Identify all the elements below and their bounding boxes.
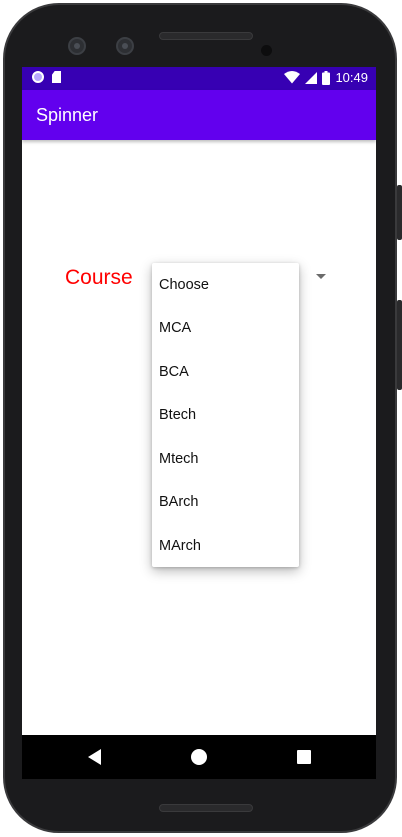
power-button[interactable] [397,185,402,240]
top-speaker [159,32,253,40]
option-label: Btech [159,407,197,423]
option-label: BCA [159,363,189,380]
status-left-icons [32,71,61,83]
dropdown-option-bca[interactable]: BCA [152,350,299,393]
device-frame: 10:49 Spinner Course Choose MCA BCA Btec… [0,0,402,837]
status-time: 10:49 [335,70,368,85]
recents-icon[interactable] [297,750,311,764]
dropdown-option-march[interactable]: MArch [152,524,299,567]
navigation-bar [22,735,376,779]
spinner-dropdown-list: Choose MCA BCA Btech Mtech BArch MArch [152,263,299,567]
bottom-speaker [159,804,253,812]
dropdown-option-mca[interactable]: MCA [152,307,299,350]
dropdown-option-choose[interactable]: Choose [152,263,299,306]
back-icon[interactable] [88,749,101,765]
battery-icon [322,70,331,85]
notification-circle-icon [32,71,44,83]
course-label: Course [65,266,133,289]
option-label: MCA [159,320,192,336]
option-label: MArch [159,537,201,554]
dropdown-option-btech[interactable]: Btech [152,394,299,437]
proximity-sensor [261,45,272,56]
status-right-icons: 10:49 [284,70,368,85]
app-title: Spinner [36,105,99,125]
home-icon[interactable] [191,749,207,765]
app-bar: Spinner [22,90,376,140]
option-label: BArch [159,494,199,510]
sd-card-icon [52,71,61,83]
status-bar: 10:49 [22,67,376,90]
front-camera-right [116,37,134,55]
cell-signal-icon [305,71,318,84]
dropdown-option-mtech[interactable]: Mtech [152,437,299,480]
wifi-icon [284,71,301,84]
front-camera-left [68,37,86,55]
dropdown-option-barch[interactable]: BArch [152,481,299,524]
option-label: Choose [159,276,209,293]
option-label: Mtech [159,450,199,467]
spinner-dropdown-arrow-icon[interactable] [316,274,326,279]
screen: 10:49 Spinner Course Choose MCA BCA Btec… [22,67,376,779]
volume-button[interactable] [397,300,402,390]
